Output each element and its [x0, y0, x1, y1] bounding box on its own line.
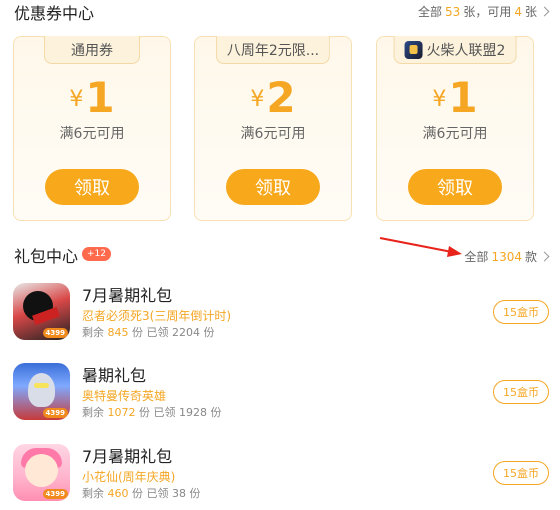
claimed-count: 1928: [179, 406, 207, 419]
redeem-button[interactable]: 15盒币: [493, 380, 549, 404]
gift-stats: 剩余 1072 份 已领 1928 份: [82, 404, 222, 420]
brand-logo: 4399: [42, 328, 68, 338]
game-icon: 4399: [13, 444, 70, 501]
remain-label: 剩余: [82, 406, 104, 419]
remain-count: 845: [107, 326, 129, 339]
brand-logo: 4399: [42, 489, 68, 499]
unit-label: 份: [210, 406, 222, 419]
gift-name: 7月暑期礼包: [82, 286, 173, 305]
game-icon: 4399: [13, 363, 70, 420]
unit-label: 份: [189, 487, 201, 500]
unit-label: 份: [203, 326, 215, 339]
redeem-button[interactable]: 15盒币: [493, 300, 549, 324]
claimed-label: 份 已领: [132, 487, 169, 500]
gift-name: 7月暑期礼包: [82, 447, 173, 466]
gift-stats: 剩余 460 份 已领 38 份: [82, 485, 201, 501]
brand-logo: 4399: [42, 408, 68, 418]
redeem-button[interactable]: 15盒币: [493, 461, 549, 485]
gift-game-name: 忍者必须死3(三周年倒计时): [82, 309, 231, 323]
gift-list-item[interactable]: 4399 7月暑期礼包 忍者必须死3(三周年倒计时) 剩余 845 份 已领 2…: [0, 278, 560, 340]
game-icon: 4399: [13, 283, 70, 340]
gift-name: 暑期礼包: [82, 366, 147, 385]
annotation-arrow-icon: [379, 237, 462, 257]
claimed-label: 份 已领: [139, 406, 176, 419]
claimed-count: 2204: [172, 326, 200, 339]
gift-game-name: 小花仙(周年庆典): [82, 470, 176, 484]
remain-count: 460: [107, 487, 129, 500]
gift-list-item[interactable]: 4399 7月暑期礼包 小花仙(周年庆典) 剩余 460 份 已领 38 份 1…: [0, 439, 560, 501]
remain-count: 1072: [107, 406, 136, 419]
remain-label: 剩余: [82, 487, 104, 500]
gift-stats: 剩余 845 份 已领 2204 份: [82, 324, 215, 340]
claimed-label: 份 已领: [132, 326, 169, 339]
gift-game-name: 奥特曼传奇英雄: [82, 389, 167, 403]
remain-label: 剩余: [82, 326, 104, 339]
gift-list-item[interactable]: 4399 暑期礼包 奥特曼传奇英雄 剩余 1072 份 已领 1928 份 15…: [0, 358, 560, 420]
claimed-count: 38: [172, 487, 186, 500]
